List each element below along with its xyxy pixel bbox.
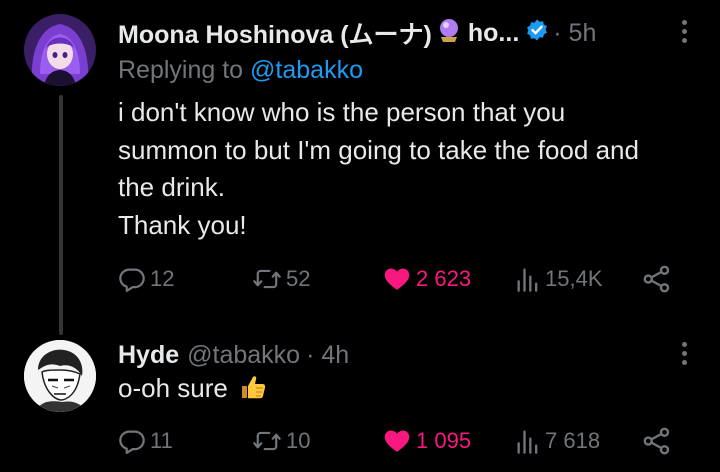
share-icon <box>643 427 670 455</box>
user-handle[interactable]: @tabakko <box>187 341 300 370</box>
share-button[interactable] <box>642 424 676 458</box>
tweet-text-line: Thank you! <box>118 209 247 240</box>
reply-icon <box>119 268 145 293</box>
heart-icon <box>384 268 410 290</box>
views-button[interactable]: 15,4K <box>515 262 603 296</box>
display-name[interactable]: Moona Hoshinova (ムーナ) <box>118 15 432 51</box>
tweet-hyde[interactable]: Hyde @tabakko · 4h o-oh sure 11 10 1 095… <box>0 330 720 472</box>
display-name-truncated[interactable]: ho... <box>468 19 519 48</box>
verified-badge-icon <box>525 18 549 49</box>
view-count: 15,4K <box>545 266 603 291</box>
hyde-avatar[interactable] <box>24 340 96 412</box>
like-button[interactable]: 2 623 <box>382 262 471 296</box>
view-count: 7 618 <box>545 428 601 453</box>
more-icon[interactable] <box>682 342 688 369</box>
reply-handle-link[interactable]: @tabakko <box>250 56 363 84</box>
retweet-count: 10 <box>286 428 311 453</box>
tweet-header: Hyde @tabakko · 4h <box>118 338 349 372</box>
tweet-text-line: summon to but I'm going to take the food… <box>118 134 639 165</box>
tweet-text: o-oh sure <box>118 370 678 412</box>
reply-icon <box>119 430 145 455</box>
tweet-text-line: o-oh sure <box>118 373 228 403</box>
more-icon[interactable] <box>682 20 688 47</box>
action-bar: 11 10 1 095 7 618 <box>118 424 678 458</box>
share-button[interactable] <box>642 262 676 296</box>
moona-avatar[interactable] <box>24 14 96 86</box>
tweet-text-line: i don't know who is the person that you <box>118 97 566 127</box>
like-button[interactable]: 1 095 <box>382 424 471 458</box>
retweet-icon <box>253 269 281 289</box>
views-icon <box>517 430 538 454</box>
reply-count: 11 <box>150 428 173 453</box>
tweet-text-line: the drink. <box>118 172 225 202</box>
retweet-icon <box>253 431 281 451</box>
like-count: 1 095 <box>416 428 472 453</box>
tweet-header: Moona Hoshinova (ムーナ) ho... · 5h <box>118 16 596 50</box>
retweet-button[interactable]: 52 <box>252 262 310 296</box>
action-bar: 12 52 2 623 15,4K <box>118 262 678 296</box>
tweet-time[interactable]: · 4h <box>306 341 349 370</box>
thread-line <box>59 95 63 335</box>
share-icon <box>643 265 670 293</box>
views-button[interactable]: 7 618 <box>515 424 600 458</box>
retweet-count: 52 <box>286 266 311 291</box>
heart-icon <box>384 430 410 452</box>
retweet-button[interactable]: 10 <box>252 424 310 458</box>
replying-to-label: Replying to <box>118 56 244 84</box>
reply-button[interactable]: 12 <box>118 262 174 296</box>
tweet-text: i don't know who is the person that you … <box>118 94 708 244</box>
tweet-time[interactable]: · 5h <box>553 19 596 48</box>
views-icon <box>517 268 538 292</box>
crystal-ball-icon <box>436 17 462 50</box>
reply-count: 12 <box>150 266 175 291</box>
thumbs-up-emoji <box>239 373 267 412</box>
like-count: 2 623 <box>416 266 472 291</box>
replying-to: Replying to @tabakko <box>118 56 363 85</box>
tweet-moona[interactable]: Moona Hoshinova (ムーナ) ho... · 5h Replyin… <box>0 0 720 335</box>
reply-button[interactable]: 11 <box>118 424 173 458</box>
display-name[interactable]: Hyde <box>118 341 179 370</box>
